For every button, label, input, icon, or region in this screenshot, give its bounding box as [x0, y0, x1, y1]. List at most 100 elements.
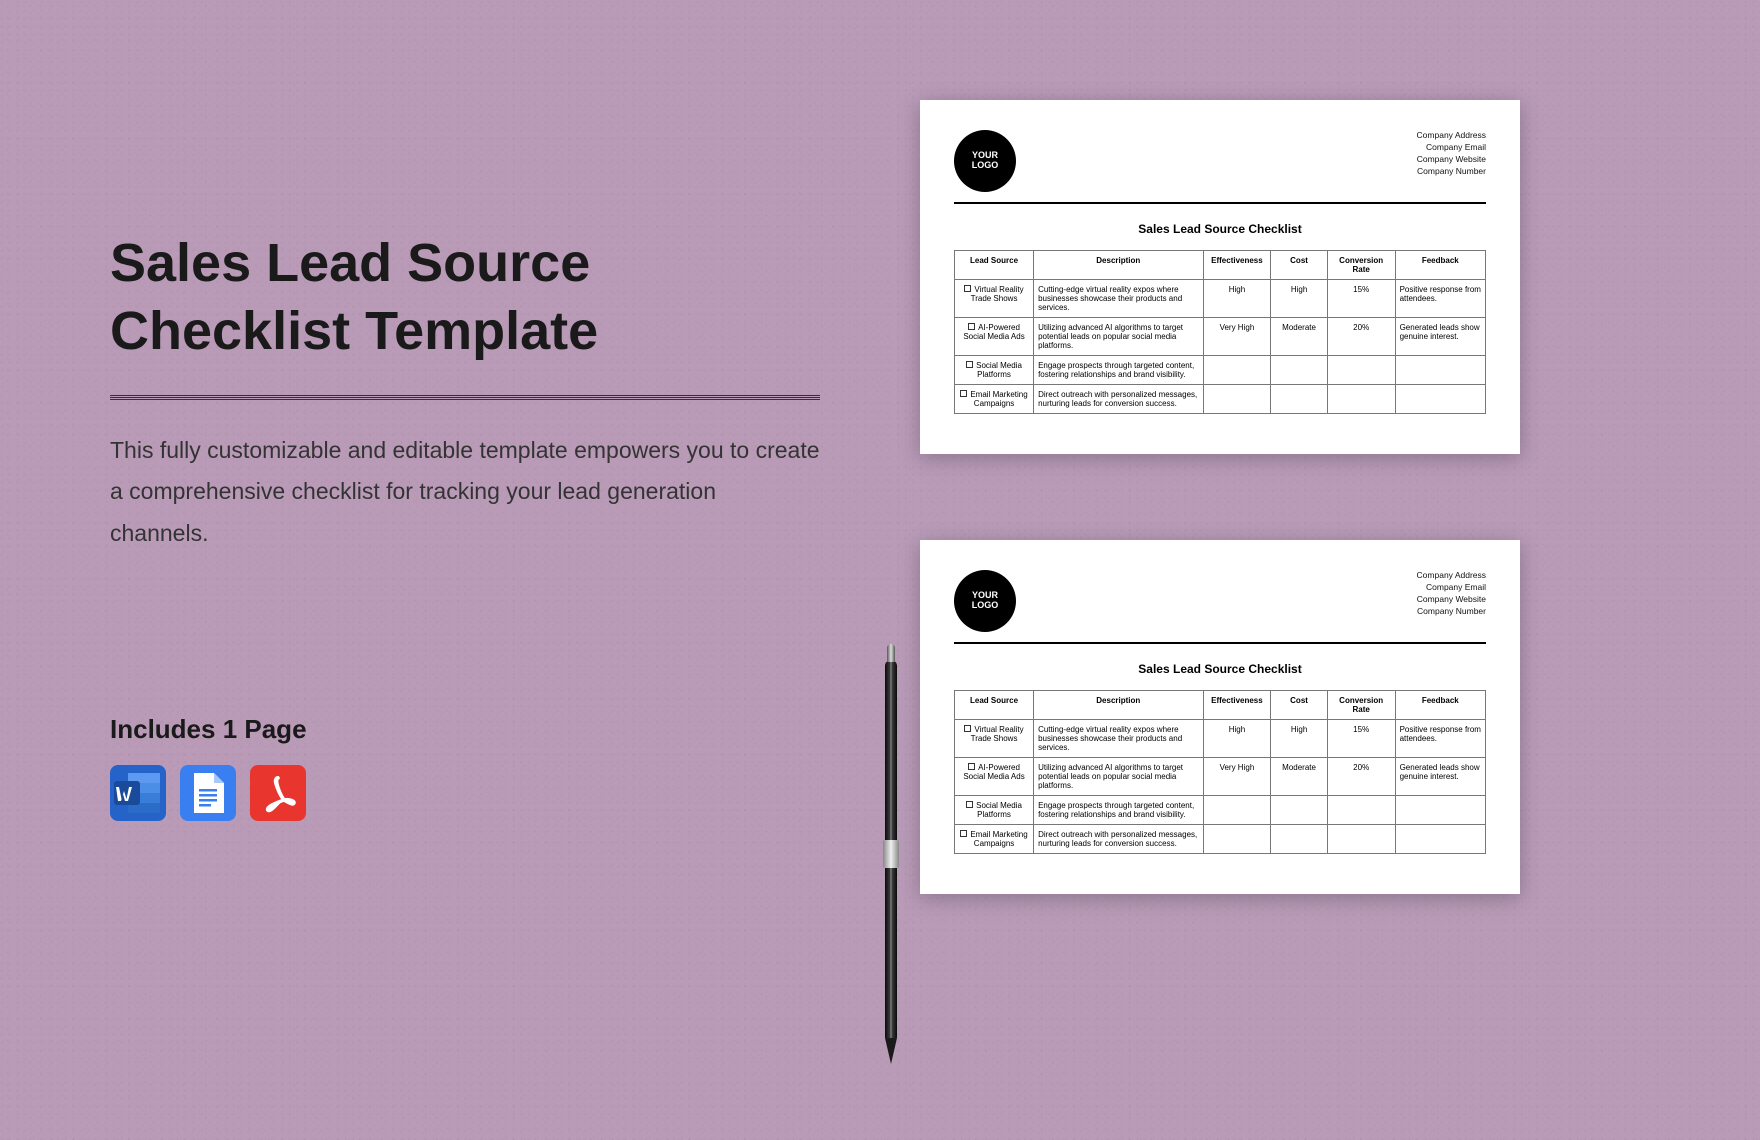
checklist-table: Lead Source Description Effectiveness Co… — [954, 250, 1486, 414]
cell-source: AI-Powered Social Media Ads — [955, 318, 1034, 356]
table-row: Social Media PlatformsEngage prospects t… — [955, 796, 1486, 825]
cell-feedback: Generated leads show genuine interest. — [1395, 318, 1485, 356]
cell-cost: Moderate — [1271, 758, 1327, 796]
th-feedback: Feedback — [1395, 691, 1485, 720]
cell-feedback — [1395, 825, 1485, 854]
th-feedback: Feedback — [1395, 251, 1485, 280]
table-row: AI-Powered Social Media AdsUtilizing adv… — [955, 758, 1486, 796]
title-divider — [110, 395, 820, 400]
cell-feedback: Positive response from attendees. — [1395, 720, 1485, 758]
pdf-icon — [250, 765, 306, 821]
cell-conversion: 20% — [1327, 758, 1395, 796]
th-conversion: Conversion Rate — [1327, 251, 1395, 280]
th-cost: Cost — [1271, 251, 1327, 280]
cell-effectiveness — [1203, 825, 1271, 854]
table-row: Social Media PlatformsEngage prospects t… — [955, 356, 1486, 385]
logo-text-2: LOGO — [972, 161, 999, 171]
cell-conversion — [1327, 385, 1395, 414]
word-icon — [110, 765, 166, 821]
cell-effectiveness — [1203, 796, 1271, 825]
table-body-2: Virtual Reality Trade ShowsCutting-edge … — [955, 720, 1486, 854]
cell-cost: High — [1271, 720, 1327, 758]
doc-title: Sales Lead Source Checklist — [954, 222, 1486, 236]
cell-description: Direct outreach with personalized messag… — [1034, 385, 1203, 414]
company-number: Company Number — [1417, 166, 1486, 178]
cell-source: AI-Powered Social Media Ads — [955, 758, 1034, 796]
cell-conversion: 15% — [1327, 720, 1395, 758]
cell-cost: High — [1271, 280, 1327, 318]
cell-conversion: 20% — [1327, 318, 1395, 356]
cell-conversion — [1327, 825, 1395, 854]
company-number: Company Number — [1417, 606, 1486, 618]
logo-text-2: LOGO — [972, 601, 999, 611]
table-row: Email Marketing CampaignsDirect outreach… — [955, 385, 1486, 414]
document-preview-1: YOUR LOGO Company Address Company Email … — [920, 100, 1520, 454]
table-row: Email Marketing CampaignsDirect outreach… — [955, 825, 1486, 854]
cell-feedback: Generated leads show genuine interest. — [1395, 758, 1485, 796]
company-website: Company Website — [1417, 154, 1486, 166]
cell-conversion — [1327, 356, 1395, 385]
cell-cost — [1271, 356, 1327, 385]
table-row: AI-Powered Social Media AdsUtilizing adv… — [955, 318, 1486, 356]
cell-source: Virtual Reality Trade Shows — [955, 720, 1034, 758]
th-effectiveness: Effectiveness — [1203, 251, 1271, 280]
format-icons-row — [110, 765, 820, 821]
th-source: Lead Source — [955, 691, 1034, 720]
cell-effectiveness: High — [1203, 720, 1271, 758]
cell-source: Social Media Platforms — [955, 796, 1034, 825]
cell-cost — [1271, 796, 1327, 825]
cell-description: Utilizing advanced AI algorithms to targ… — [1034, 758, 1203, 796]
cell-description: Engage prospects through targeted conten… — [1034, 356, 1203, 385]
company-info: Company Address Company Email Company We… — [1417, 570, 1486, 618]
cell-source: Virtual Reality Trade Shows — [955, 280, 1034, 318]
th-conversion: Conversion Rate — [1327, 691, 1395, 720]
cell-effectiveness: Very High — [1203, 318, 1271, 356]
cell-feedback — [1395, 796, 1485, 825]
company-email: Company Email — [1417, 142, 1486, 154]
company-address: Company Address — [1417, 570, 1486, 582]
table-body-1: Virtual Reality Trade ShowsCutting-edge … — [955, 280, 1486, 414]
th-description: Description — [1034, 691, 1203, 720]
cell-conversion — [1327, 796, 1395, 825]
doc-divider — [954, 642, 1486, 644]
cell-cost — [1271, 385, 1327, 414]
company-address: Company Address — [1417, 130, 1486, 142]
table-row: Virtual Reality Trade ShowsCutting-edge … — [955, 280, 1486, 318]
cell-source: Email Marketing Campaigns — [955, 385, 1034, 414]
gdocs-icon — [180, 765, 236, 821]
company-email: Company Email — [1417, 582, 1486, 594]
cell-description: Cutting-edge virtual reality expos where… — [1034, 280, 1203, 318]
cell-feedback — [1395, 385, 1485, 414]
description-text: This fully customizable and editable tem… — [110, 430, 820, 554]
cell-cost — [1271, 825, 1327, 854]
company-info: Company Address Company Email Company We… — [1417, 130, 1486, 178]
cell-feedback: Positive response from attendees. — [1395, 280, 1485, 318]
cell-effectiveness: Very High — [1203, 758, 1271, 796]
cell-feedback — [1395, 356, 1485, 385]
company-website: Company Website — [1417, 594, 1486, 606]
th-effectiveness: Effectiveness — [1203, 691, 1271, 720]
th-cost: Cost — [1271, 691, 1327, 720]
th-source: Lead Source — [955, 251, 1034, 280]
logo-placeholder: YOUR LOGO — [954, 570, 1016, 632]
document-preview-2: YOUR LOGO Company Address Company Email … — [920, 540, 1520, 894]
doc-title: Sales Lead Source Checklist — [954, 662, 1486, 676]
table-row: Virtual Reality Trade ShowsCutting-edge … — [955, 720, 1486, 758]
cell-source: Social Media Platforms — [955, 356, 1034, 385]
cell-source: Email Marketing Campaigns — [955, 825, 1034, 854]
cell-description: Cutting-edge virtual reality expos where… — [1034, 720, 1203, 758]
cell-cost: Moderate — [1271, 318, 1327, 356]
checklist-table: Lead Source Description Effectiveness Co… — [954, 690, 1486, 854]
cell-effectiveness — [1203, 356, 1271, 385]
cell-description: Direct outreach with personalized messag… — [1034, 825, 1203, 854]
pen-decoration — [880, 660, 902, 1040]
cell-description: Engage prospects through targeted conten… — [1034, 796, 1203, 825]
doc-divider — [954, 202, 1486, 204]
page-title: Sales Lead Source Checklist Template — [110, 230, 820, 365]
cell-effectiveness: High — [1203, 280, 1271, 318]
cell-conversion: 15% — [1327, 280, 1395, 318]
includes-label: Includes 1 Page — [110, 714, 820, 745]
th-description: Description — [1034, 251, 1203, 280]
logo-placeholder: YOUR LOGO — [954, 130, 1016, 192]
cell-effectiveness — [1203, 385, 1271, 414]
